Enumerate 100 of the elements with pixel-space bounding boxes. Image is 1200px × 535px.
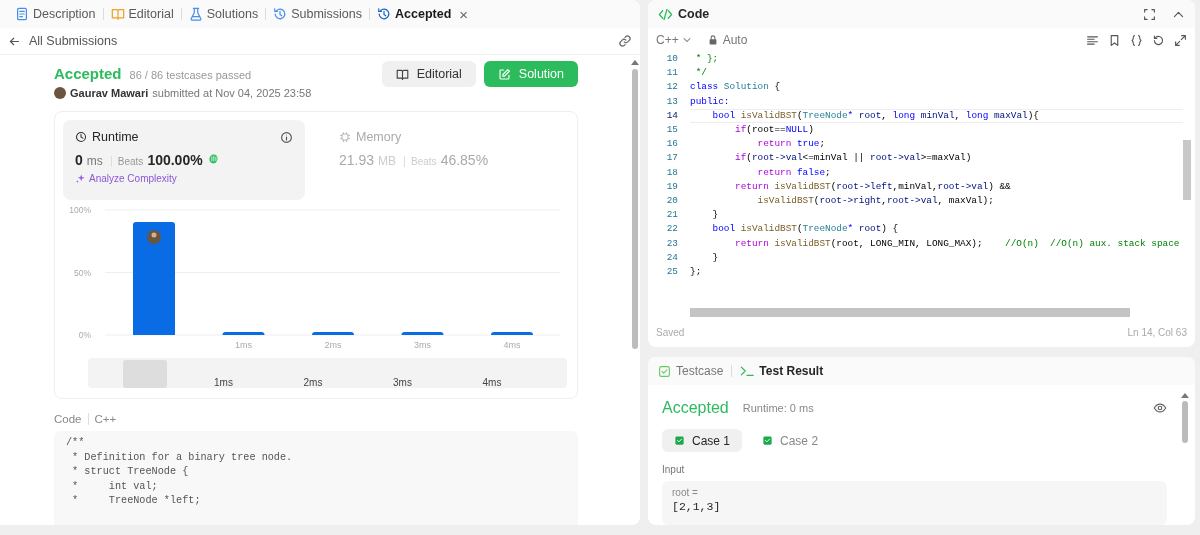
bar[interactable]: [312, 331, 354, 335]
scroll-up-icon[interactable]: [1181, 393, 1189, 398]
bar[interactable]: [222, 331, 265, 335]
code-line: public:: [690, 94, 731, 109]
format-icon[interactable]: [1086, 33, 1099, 47]
check-icon: [762, 435, 774, 446]
panel-title: Code: [678, 7, 711, 21]
code-line: /**: [66, 436, 86, 450]
user-name[interactable]: Gaurav Mawari: [70, 87, 149, 99]
eye-icon[interactable]: [1153, 401, 1167, 415]
line-number: 17: [665, 151, 678, 166]
input-value: [2,1,3]: [672, 500, 722, 513]
line-number: 25: [665, 265, 678, 280]
history-icon: [273, 7, 288, 21]
tab[interactable]: Submissions: [266, 7, 369, 21]
line-number: 16: [665, 137, 678, 152]
tab[interactable]: Solutions: [181, 7, 266, 21]
code-line: class Solution {: [690, 80, 782, 95]
line-number: 19: [665, 179, 678, 194]
expand-icon[interactable]: [1174, 33, 1187, 47]
book-icon: [110, 7, 125, 21]
code-line: return true;: [756, 137, 827, 152]
bar[interactable]: [401, 331, 444, 335]
stat-unit: ms: [86, 154, 103, 168]
navigator-handle[interactable]: [123, 360, 167, 388]
chip-icon: [339, 131, 351, 143]
axis-label: 0%: [78, 330, 91, 340]
case-tab[interactable]: Case 1: [662, 429, 743, 452]
beats-label: Beats: [110, 156, 144, 167]
close-icon[interactable]: ×: [459, 5, 469, 23]
language-label: C++: [94, 413, 117, 425]
tab[interactable]: Accepted ×: [370, 5, 476, 23]
beats-value: 46.85%: [440, 152, 489, 168]
bar[interactable]: [491, 331, 533, 335]
language-dropdown[interactable]: C++: [656, 33, 693, 47]
chart-navigator[interactable]: 1ms 2ms 3ms 4ms: [88, 358, 567, 388]
terminal-icon: [740, 364, 755, 378]
link-icon[interactable]: [618, 34, 632, 48]
stat-label: Runtime: [92, 130, 139, 144]
avatar: [147, 230, 161, 244]
checkbox-icon: [658, 364, 671, 378]
stat-value: 0: [75, 152, 83, 168]
code-line: return isValidBST(root->left,minVal,root->val) &&: [734, 179, 1012, 194]
line-number: 21: [665, 208, 678, 223]
runtime-text: Runtime: 0 ms: [742, 402, 815, 414]
document-icon: [15, 7, 29, 21]
stat-value: 21.93: [339, 152, 375, 168]
testcases-passed: 86 / 86 testcases passed: [129, 69, 252, 81]
editorial-button[interactable]: Editorial: [381, 61, 476, 87]
braces-icon[interactable]: [1130, 33, 1143, 47]
all-submissions-link[interactable]: All Submissions: [29, 34, 118, 48]
code-line: */: [694, 66, 708, 81]
line-number: 12: [665, 80, 678, 95]
line-number: 13: [665, 94, 678, 109]
code-line: * TreeNode *left;: [71, 494, 202, 508]
analyze-complexity-link[interactable]: Analyze Complexity: [89, 173, 177, 184]
code-icon: [658, 6, 673, 22]
navigator-label: 2ms: [303, 377, 324, 388]
tab[interactable]: Testcase: [656, 364, 726, 378]
code-line: }: [711, 250, 720, 265]
stat-panel[interactable]: Runtime 0 ms Beats 100.00% Analyze Complexity: [63, 120, 305, 200]
info-icon[interactable]: [280, 130, 293, 144]
flask-icon: [188, 7, 203, 21]
check-icon: [674, 435, 685, 446]
tab[interactable]: Editorial: [103, 7, 181, 21]
line-number: 24: [665, 250, 678, 265]
avatar: [54, 87, 66, 99]
scroll-up-icon[interactable]: [631, 60, 639, 65]
horizontal-scrollbar[interactable]: [690, 308, 1130, 317]
axis-label: 1ms: [235, 340, 252, 350]
history-icon: [377, 7, 391, 21]
line-number: 11: [665, 66, 678, 81]
tab[interactable]: Description: [8, 7, 103, 21]
axis-label: 2ms: [324, 340, 342, 350]
code-line: }: [711, 208, 720, 223]
axis-label: 3ms: [414, 340, 431, 350]
fullscreen-icon[interactable]: [1143, 7, 1156, 21]
code-line: return isValidBST(root, LONG_MIN, LONG_MAX); //O(n) //O(n) aux. stack space: [734, 236, 1181, 251]
code-line: };: [690, 265, 703, 280]
navigator-label: 3ms: [393, 377, 413, 388]
mode-label[interactable]: Auto: [722, 33, 748, 47]
submitted-time: submitted at Nov 04, 2025 23:58: [152, 87, 312, 99]
submission-status: Accepted: [54, 65, 122, 82]
navigator-label: 4ms: [482, 377, 503, 388]
tab[interactable]: Test Result: [738, 364, 826, 378]
stat-label: Memory: [356, 130, 402, 144]
input-name: root =: [672, 487, 699, 498]
code-line: bool isValidBST(TreeNode* root, long minVal, long maxVal){: [690, 108, 1183, 123]
result-status: Accepted: [662, 399, 729, 417]
code-line: * };: [694, 52, 720, 66]
code-line: if(root==NULL): [734, 123, 815, 137]
case-tab[interactable]: Case 2: [750, 429, 831, 452]
code-line: return false;: [756, 165, 832, 180]
bookmark-icon[interactable]: [1108, 33, 1121, 47]
book-icon: [395, 67, 409, 81]
reset-icon[interactable]: [1152, 33, 1165, 47]
sparkle-icon: [75, 173, 86, 184]
cursor-position: Ln 14, Col 63: [1127, 326, 1187, 338]
edit-icon: [497, 67, 511, 81]
code-line: if(root->val<=minVal || root->val>=maxVal): [734, 151, 973, 166]
